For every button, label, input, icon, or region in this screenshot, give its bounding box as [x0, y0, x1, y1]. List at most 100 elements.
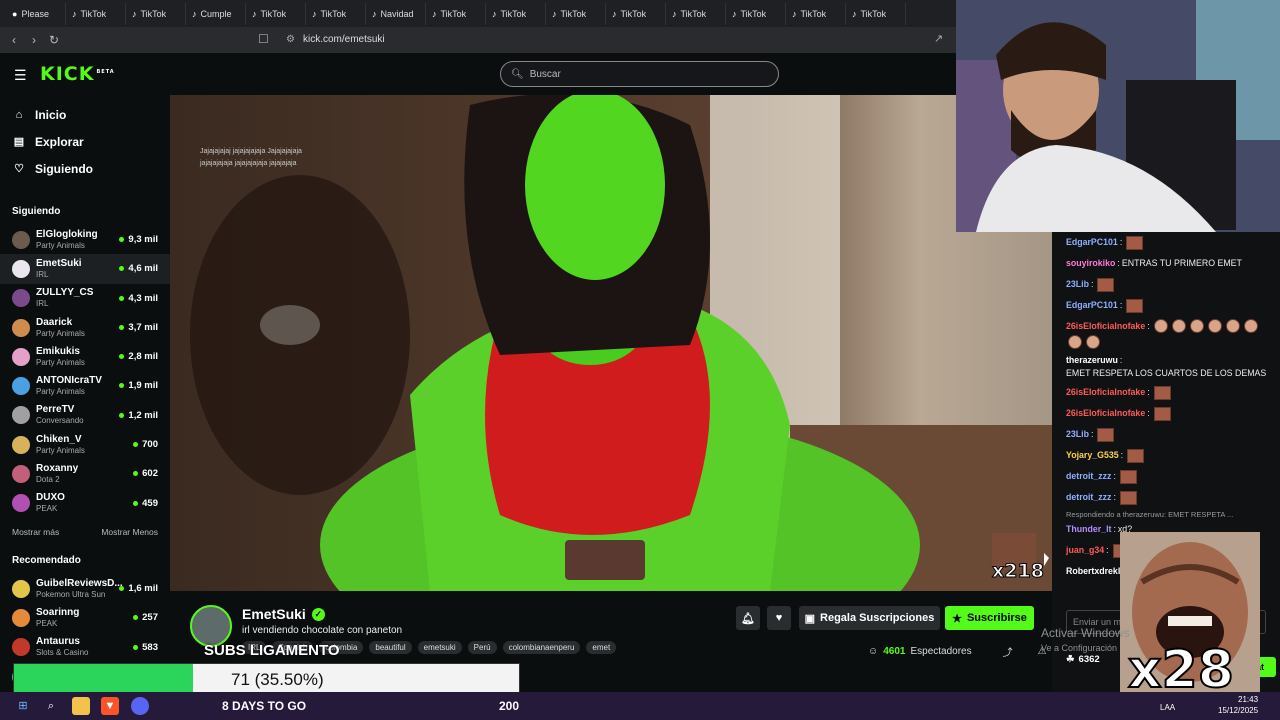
browser-tab[interactable]: ♪ TikTok — [486, 2, 546, 25]
chat-colon: : — [1113, 471, 1116, 481]
search-input[interactable]: 🔍︎ Buscar — [500, 61, 779, 87]
stream-tag[interactable]: emetsuki — [417, 641, 462, 654]
tab-favicon-icon: ♪ — [372, 8, 377, 19]
chat-username[interactable]: EdgarPC101 — [1066, 300, 1118, 311]
sidebar-channel-item[interactable]: Roxanny Dota 2 602 — [0, 459, 170, 488]
tab-label: TikTok — [80, 8, 107, 19]
stream-tag[interactable]: emet — [586, 641, 617, 654]
browser-tab[interactable]: ♪ TikTok — [606, 2, 666, 25]
chat-username[interactable]: juan_g34 — [1066, 545, 1104, 556]
follow-button[interactable]: ♥ — [767, 606, 791, 630]
nav-label: Explorar — [35, 134, 84, 149]
chat-username[interactable]: 26isEloficialnofake — [1066, 408, 1145, 419]
channel-name: PerreTV — [36, 404, 75, 416]
bookmark-icon[interactable]: ☐ — [258, 32, 269, 46]
share-icon[interactable]: ↗ — [934, 32, 943, 45]
bell-icon: 🔔︎ — [741, 612, 755, 625]
sidebar-channel-item[interactable]: Antaurus Slots & Casino 583 — [0, 633, 170, 662]
chat-username[interactable]: souyirokiko — [1066, 258, 1115, 269]
chat-username[interactable]: Yojary_G535 — [1066, 450, 1119, 461]
system-clock[interactable]: 21:43 15/12/2025 — [1218, 694, 1258, 716]
menu-icon[interactable]: ☰ — [14, 67, 27, 84]
tab-favicon-icon: ♪ — [552, 8, 557, 19]
browser-tab[interactable]: ♪ TikTok — [726, 2, 786, 25]
kick-logo[interactable]: KICK BETA — [40, 63, 115, 85]
tab-label: TikTok — [140, 8, 167, 19]
goal-text: 71 (35.50%) — [231, 670, 324, 689]
browser-tab[interactable]: ♪ TikTok — [426, 2, 486, 25]
channel-avatar[interactable] — [190, 605, 232, 647]
stream-tag[interactable]: beautiful — [369, 641, 412, 654]
tab-label: TikTok — [440, 8, 467, 19]
users-icon: ☺ — [868, 646, 879, 657]
viewer-count: 4,3 mil — [128, 292, 158, 304]
sidebar-channel-item[interactable]: ElGlogloking Party Animals 9,3 mil — [0, 225, 170, 254]
sidebar-channel-item[interactable]: DUXO PEAK 459 — [0, 489, 170, 518]
browser-tab[interactable]: ♪ TikTok — [246, 2, 306, 25]
discord-icon[interactable] — [131, 697, 149, 715]
sidebar-channel-item[interactable]: ZULLYY_CS IRL 4,3 mil — [0, 284, 170, 313]
chat-username[interactable]: Robertxdrekl — [1066, 566, 1120, 577]
sidebar-channel-item[interactable]: Emikukis Party Animals 2,8 mil — [0, 342, 170, 371]
share-icon[interactable]: ⤴ — [1003, 644, 1013, 659]
show-less-link[interactable]: Mostrar Menos — [101, 527, 158, 537]
chat-username[interactable]: therazeruwu — [1066, 355, 1118, 366]
reload-icon[interactable]: ↻ — [44, 33, 64, 47]
sidebar-channel-item[interactable]: Daarick Party Animals 3,7 mil — [0, 313, 170, 342]
back-icon[interactable]: ‹ — [4, 33, 24, 47]
nav-inicio[interactable]: ⌂ Inicio — [0, 101, 170, 128]
stream-tag[interactable]: Perú — [467, 641, 497, 654]
browser-tab[interactable]: ● Please — [6, 2, 66, 25]
browser-tab[interactable]: ♪ TikTok — [306, 2, 366, 25]
brave-browser-icon[interactable]: ▼ — [101, 697, 119, 715]
viewer-count: 602 — [142, 468, 158, 480]
chat-username[interactable]: EdgarPC101 — [1066, 237, 1118, 248]
stream-tag[interactable]: colombianaenperu — [502, 641, 581, 654]
chat-username[interactable]: Thunder_lt — [1066, 524, 1111, 535]
sidebar-channel-item[interactable]: Chiken_V Party Animals 700 — [0, 430, 170, 459]
forward-icon[interactable]: › — [24, 33, 44, 47]
subscribe-button[interactable]: ★ Suscribirse — [945, 606, 1034, 630]
browser-tab[interactable]: ♪ Navidad — [366, 2, 426, 25]
sidebar-channel-item[interactable]: GuibelReviewsD... Pokemon Ultra Sun 1,6 mi… — [0, 574, 170, 603]
show-more-link[interactable]: Mostrar más — [12, 527, 59, 537]
language-indicator[interactable]: LAA — [1160, 703, 1175, 712]
url-field[interactable]: ⚙ kick.com/emetsuki — [286, 34, 385, 45]
video-player[interactable]: Jajajajajaj jajajajajaja Jajajajajaja ja… — [170, 95, 1052, 591]
chat-username[interactable]: 23Lib — [1066, 279, 1089, 290]
chat-username[interactable]: 26isEloficialnofake — [1066, 321, 1145, 332]
browser-tab[interactable]: ♪ TikTok — [666, 2, 726, 25]
browser-tab[interactable]: ♪ TikTok — [786, 2, 846, 25]
browser-tab[interactable]: ♪ TikTok — [126, 2, 186, 25]
nav-siguiendo[interactable]: ♡ Siguiendo — [0, 155, 170, 182]
viewer-count: 2,8 mil — [128, 351, 158, 363]
sidebar-channel-item[interactable]: Soarinng PEAK 257 — [0, 603, 170, 632]
live-dot-icon — [133, 471, 139, 477]
nav-explorar[interactable]: ▤ Explorar — [0, 128, 170, 155]
clock-date: 15/12/2025 — [1218, 706, 1259, 715]
browser-tab[interactable]: ♪ TikTok — [66, 2, 126, 25]
chat-colon: : — [1090, 279, 1094, 289]
site-info-icon[interactable]: ⚙ — [286, 34, 295, 45]
browser-tab[interactable]: ♪ TikTok — [546, 2, 606, 25]
notifications-button[interactable]: 🔔︎ — [736, 606, 760, 630]
activate-windows-notice: Activar Windows Ve a Configuración — [1041, 626, 1130, 656]
channel-name: Roxanny — [36, 463, 79, 475]
gift-subs-button[interactable]: ▣ Regala Suscripciones — [799, 606, 940, 630]
channel-name[interactable]: EmetSuki — [242, 606, 306, 622]
sidebar-channel-item[interactable]: PerreTV Conversando 1,2 mil — [0, 401, 170, 430]
search-icon[interactable]: ⌕ — [42, 697, 60, 715]
chat-username[interactable]: 26isEloficialnofake — [1066, 387, 1145, 398]
browser-tab[interactable]: ♪ Cumple — [186, 2, 246, 25]
sidebar-channel-item[interactable]: EmetSuki IRL 4,6 mil — [0, 254, 170, 284]
file-explorer-icon[interactable] — [72, 697, 90, 715]
chat-username[interactable]: 23Lib — [1066, 429, 1089, 440]
chat-colon: : — [1090, 429, 1094, 439]
sidebar-channel-item[interactable]: ANTONIcraTV Party Animals 1,9 mil — [0, 371, 170, 400]
chat-username[interactable]: detroit_zzz — [1066, 471, 1111, 482]
browser-tab[interactable]: ♪ TikTok — [846, 2, 906, 25]
windows-start-icon[interactable]: ⊞ — [14, 697, 32, 715]
tab-label: TikTok — [620, 8, 647, 19]
channel-meta: GuibelReviewsD... Pokemon Ultra Sun — [36, 578, 124, 600]
chat-username[interactable]: detroit_zzz — [1066, 492, 1111, 503]
